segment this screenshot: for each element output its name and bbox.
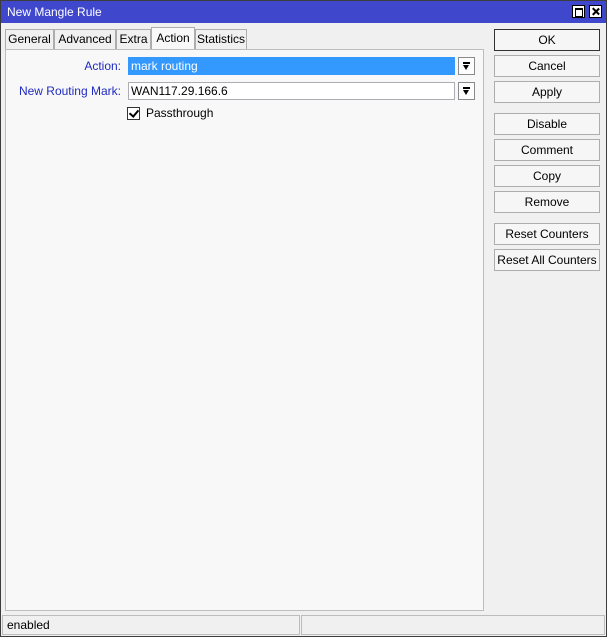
copy-button[interactable]: Copy bbox=[494, 165, 600, 187]
title-bar[interactable]: New Mangle Rule bbox=[1, 1, 606, 23]
action-label: Action: bbox=[84, 59, 121, 73]
routing-mark-label: New Routing Mark: bbox=[18, 84, 121, 98]
window-title: New Mangle Rule bbox=[7, 5, 102, 19]
maximize-icon[interactable] bbox=[572, 5, 585, 18]
routing-mark-dropdown-icon[interactable] bbox=[458, 82, 475, 100]
cancel-button[interactable]: Cancel bbox=[494, 55, 600, 77]
disable-button[interactable]: Disable bbox=[494, 113, 600, 135]
tab-extra[interactable]: Extra bbox=[116, 29, 151, 49]
comment-button[interactable]: Comment bbox=[494, 139, 600, 161]
status-secondary bbox=[301, 615, 605, 635]
reset-all-counters-button[interactable]: Reset All Counters bbox=[494, 249, 600, 271]
tab-general[interactable]: General bbox=[5, 29, 54, 49]
reset-counters-button[interactable]: Reset Counters bbox=[494, 223, 600, 245]
passthrough-label: Passthrough bbox=[146, 106, 214, 120]
routing-mark-input[interactable]: WAN117.29.166.6 bbox=[128, 82, 455, 100]
apply-button[interactable]: Apply bbox=[494, 81, 600, 103]
passthrough-checkbox[interactable] bbox=[127, 107, 140, 120]
status-enabled: enabled bbox=[2, 615, 300, 635]
tab-advanced[interactable]: Advanced bbox=[54, 29, 116, 49]
status-bar: enabled bbox=[1, 614, 606, 636]
close-icon[interactable] bbox=[589, 5, 602, 18]
action-tab-panel: Action: mark routing New Routing Mark: W… bbox=[5, 49, 484, 611]
action-dropdown-icon[interactable] bbox=[458, 57, 475, 75]
action-select[interactable]: mark routing bbox=[128, 57, 455, 75]
tab-statistics[interactable]: Statistics bbox=[195, 29, 247, 49]
tab-action[interactable]: Action bbox=[151, 27, 195, 49]
mangle-rule-window: New Mangle Rule General Advanced Extra A… bbox=[0, 0, 607, 637]
remove-button[interactable]: Remove bbox=[494, 191, 600, 213]
ok-button[interactable]: OK bbox=[494, 29, 600, 51]
